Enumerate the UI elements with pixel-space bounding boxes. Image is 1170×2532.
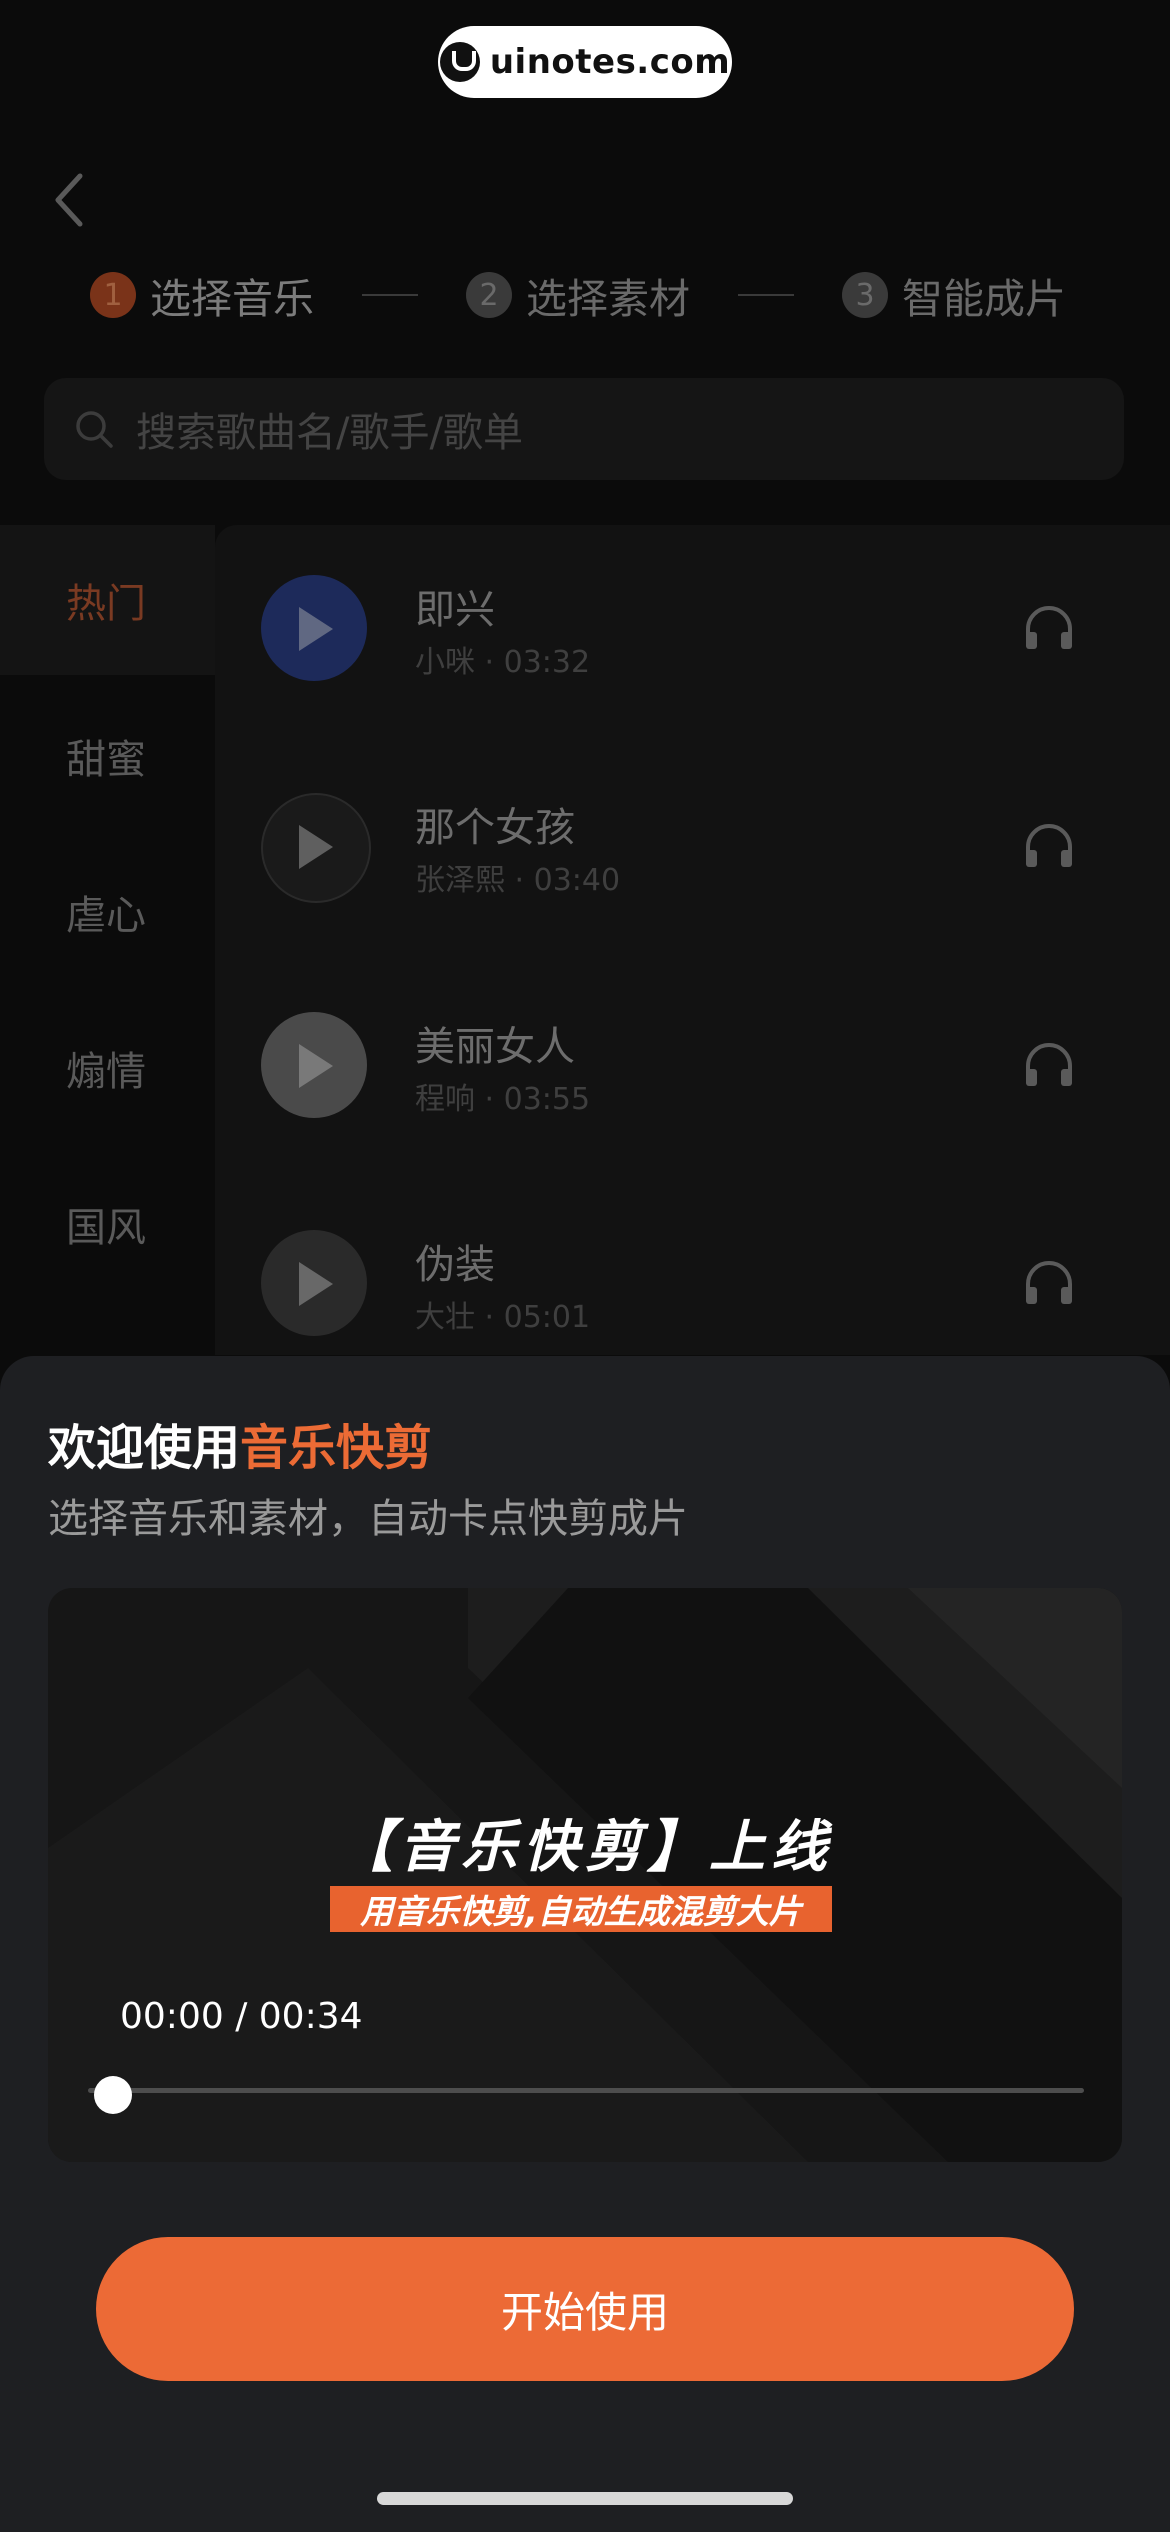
category-sidebar: 热门 甜蜜 虐心 煽情 国风 (0, 525, 215, 1355)
category-chinese-style[interactable]: 国风 (0, 1149, 215, 1299)
video-title: 【音乐快剪】上线 (337, 1815, 833, 1880)
video-progress-track[interactable] (88, 2088, 1084, 2093)
welcome-subtitle: 选择音乐和素材，自动卡点快剪成片 (48, 1496, 688, 1542)
headphones-icon[interactable] (1023, 1260, 1075, 1306)
step-label: 智能成片 (902, 275, 1066, 323)
step-label: 选择音乐 (150, 275, 314, 323)
song-title: 那个女孩 (415, 805, 575, 851)
welcome-accent: 音乐快剪 (240, 1420, 433, 1476)
search-placeholder: 搜索歌曲名/歌手/歌单 (136, 410, 523, 456)
song-item[interactable]: 那个女孩 张泽熙 · 03:40 (215, 743, 1170, 943)
search-bar[interactable]: 搜索歌曲名/歌手/歌单 (44, 378, 1124, 480)
play-icon[interactable] (299, 607, 333, 651)
step-3: 3 智能成片 (842, 265, 1066, 325)
step-1: 1 选择音乐 (90, 265, 314, 325)
uinotes-logo-icon (439, 42, 480, 82)
song-title: 伪装 (415, 1242, 495, 1288)
start-button[interactable]: 开始使用 (96, 2237, 1074, 2381)
song-item[interactable]: 伪装 大壮 · 05:01 (215, 1180, 1170, 1380)
headphones-icon[interactable] (1023, 605, 1075, 651)
step-number: 2 (466, 272, 512, 318)
song-title: 即兴 (415, 587, 495, 633)
song-meta: 小咪 · 03:32 (415, 645, 591, 680)
category-sweet[interactable]: 甜蜜 (0, 681, 215, 831)
category-heartbreak[interactable]: 虐心 (0, 837, 215, 987)
play-icon[interactable] (299, 825, 333, 869)
song-meta: 大壮 · 05:01 (415, 1300, 591, 1335)
step-indicator: 1 选择音乐 2 选择素材 3 智能成片 (90, 265, 1066, 325)
intro-video-player[interactable]: 【音乐快剪】上线 用音乐快剪,自动生成混剪大片 00:00 / 00:34 (48, 1588, 1122, 2162)
headphones-icon[interactable] (1023, 1042, 1075, 1088)
welcome-heading: 欢迎使用音乐快剪 (48, 1408, 432, 1478)
step-divider (738, 294, 794, 296)
song-item[interactable]: 美丽女人 程响 · 03:55 (215, 962, 1170, 1162)
song-item[interactable]: 即兴 小咪 · 03:32 (215, 525, 1170, 725)
category-hot[interactable]: 热门 (0, 525, 215, 675)
step-number: 1 (90, 272, 136, 318)
song-meta: 程响 · 03:55 (415, 1082, 591, 1117)
home-indicator (377, 2492, 793, 2505)
watermark-text: uinotes.com (489, 42, 731, 82)
play-icon[interactable] (299, 1044, 333, 1088)
video-progress-knob[interactable] (94, 2076, 132, 2114)
play-icon[interactable] (299, 1262, 333, 1306)
step-2: 2 选择素材 (466, 265, 690, 325)
search-icon (76, 411, 113, 448)
welcome-prefix: 欢迎使用 (48, 1420, 241, 1476)
headphones-icon[interactable] (1023, 823, 1075, 869)
category-emotional[interactable]: 煽情 (0, 993, 215, 1143)
song-title: 美丽女人 (415, 1024, 575, 1070)
step-label: 选择素材 (526, 275, 690, 323)
video-subtitle-banner: 用音乐快剪,自动生成混剪大片 (330, 1886, 832, 1932)
step-divider (362, 294, 418, 296)
video-time: 00:00 / 00:34 (120, 1996, 363, 2037)
welcome-sheet: 欢迎使用音乐快剪 选择音乐和素材，自动卡点快剪成片 【音乐快剪】上线 用音乐快剪… (0, 1356, 1170, 2532)
watermark-badge: uinotes.com (438, 26, 732, 98)
chevron-left-icon[interactable] (50, 170, 90, 230)
song-meta: 张泽熙 · 03:40 (415, 863, 621, 898)
step-number: 3 (842, 272, 888, 318)
song-list: 即兴 小咪 · 03:32 那个女孩 张泽熙 · 03:40 美丽女人 程响 ·… (215, 525, 1170, 1355)
